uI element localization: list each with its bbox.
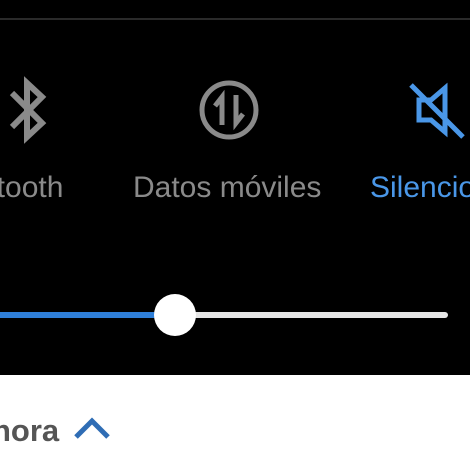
quick-settings-panel: etooth Datos móviles (0, 0, 470, 375)
chevron-up-icon[interactable] (72, 415, 112, 448)
tile-label: Silencio (370, 171, 470, 204)
slider-thumb[interactable] (154, 294, 196, 336)
brightness-slider[interactable] (0, 290, 470, 340)
divider (0, 18, 470, 20)
slider-fill (0, 312, 175, 318)
tile-silence[interactable]: Silencio (365, 75, 470, 215)
tile-bluetooth[interactable]: etooth (0, 75, 90, 215)
expand-label[interactable]: nora (0, 413, 59, 449)
expand-section: nora (0, 375, 470, 470)
tile-label: Datos móviles (133, 171, 322, 204)
mobile-data-icon (196, 75, 262, 150)
bluetooth-icon (0, 75, 58, 150)
mute-icon (405, 75, 470, 150)
tile-mobile-data[interactable]: Datos móviles (130, 75, 330, 215)
tile-label: etooth (0, 171, 64, 204)
screen: etooth Datos móviles (0, 0, 470, 470)
